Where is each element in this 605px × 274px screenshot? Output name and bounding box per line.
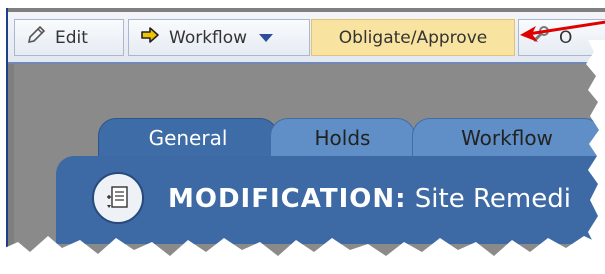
document-icon <box>92 172 144 224</box>
tab-holds-label: Holds <box>314 126 371 150</box>
torn-edge-bottom <box>0 236 605 274</box>
obligate-approve-label: Obligate/Approve <box>338 27 488 48</box>
workflow-label: Workflow <box>169 27 248 48</box>
tab-holds[interactable]: Holds <box>270 118 415 158</box>
record-name-value: Site Remedi <box>414 184 571 214</box>
arrow-right-icon <box>139 24 161 51</box>
record-title: MODIFICATION: Site Remedi <box>168 184 571 214</box>
chevron-down-icon[interactable] <box>259 33 274 42</box>
workflow-button[interactable]: Workflow <box>128 19 310 56</box>
edit-button[interactable]: Edit <box>14 19 124 56</box>
obligate-approve-button[interactable]: Obligate/Approve <box>311 19 515 56</box>
record-type-label: MODIFICATION: <box>168 184 407 214</box>
edit-label: Edit <box>55 27 88 48</box>
tab-general-label: General <box>148 126 228 150</box>
toolbar: Edit Workflow Obligate/Approve O <box>8 12 605 64</box>
tab-workflow-label: Workflow <box>461 126 553 150</box>
screenshot-canvas: Edit Workflow Obligate/Approve O General… <box>0 0 605 274</box>
pencil-icon <box>25 24 47 51</box>
tab-general[interactable]: General <box>98 118 278 158</box>
